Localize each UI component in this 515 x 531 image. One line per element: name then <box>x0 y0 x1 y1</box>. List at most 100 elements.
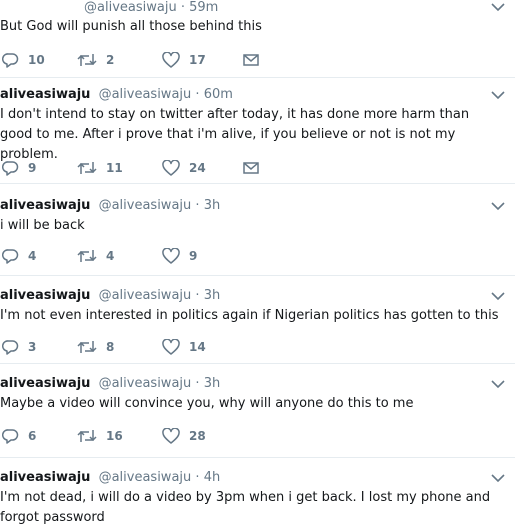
retweet-icon <box>77 250 97 262</box>
tweet-header: aliveasiwaju @aliveasiwaju · 60m <box>0 86 233 104</box>
heart-icon <box>162 428 180 444</box>
tweet-timestamp[interactable]: 60m <box>204 87 233 102</box>
like-count: 17 <box>189 53 206 67</box>
retweet-icon <box>77 54 97 66</box>
tweet: aliveasiwaju @aliveasiwaju · 3h I'm not … <box>0 276 515 364</box>
retweet-count: 11 <box>106 161 123 175</box>
retweet-button[interactable]: 11 <box>77 158 123 178</box>
heart-icon <box>162 52 180 68</box>
reply-count: 9 <box>28 161 37 175</box>
like-count: 24 <box>189 161 206 175</box>
tweet-timestamp[interactable]: 4h <box>204 470 221 485</box>
like-button[interactable]: 28 <box>162 426 206 446</box>
chevron-down-icon[interactable] <box>491 473 505 483</box>
tweet-author-name[interactable]: aliveasiwaju <box>0 470 90 485</box>
tweet-author-name[interactable]: aliveasiwaju <box>0 198 90 213</box>
reply-button[interactable]: 6 <box>2 426 36 446</box>
heart-icon <box>162 248 180 264</box>
retweet-button[interactable]: 16 <box>77 426 123 446</box>
chevron-down-icon[interactable] <box>491 379 505 389</box>
tweet-text: I'm not even interested in politics agai… <box>0 308 499 323</box>
tweet: @aliveasiwaju · 59m But God will punish … <box>0 0 515 78</box>
tweet-separator: · <box>195 87 200 102</box>
like-button[interactable]: 17 <box>162 50 206 70</box>
reply-count: 10 <box>28 53 45 67</box>
retweet-icon <box>77 341 97 353</box>
retweet-button[interactable]: 2 <box>77 50 114 70</box>
reply-button[interactable]: 10 <box>2 50 45 70</box>
like-button[interactable]: 14 <box>162 337 206 357</box>
reply-icon <box>2 53 19 68</box>
tweet-actions: 3 8 14 <box>0 337 300 357</box>
tweet-timestamp[interactable]: 59m <box>189 0 218 15</box>
tweet-handle[interactable]: @aliveasiwaju <box>99 376 192 391</box>
tweet-actions: 4 4 9 <box>0 246 300 266</box>
tweet-separator: · <box>195 288 200 303</box>
reply-icon <box>2 340 19 355</box>
tweet: aliveasiwaju @aliveasiwaju · 60m I don't… <box>0 78 515 184</box>
reply-count: 3 <box>28 340 37 354</box>
retweet-button[interactable]: 4 <box>77 246 114 266</box>
heart-icon <box>162 160 180 176</box>
tweet-actions: 6 16 28 <box>0 426 300 446</box>
chevron-down-icon[interactable] <box>491 2 505 12</box>
reply-icon <box>2 249 19 264</box>
tweet-text: Maybe a video will convince you, why wil… <box>0 396 414 411</box>
tweet-handle[interactable]: @aliveasiwaju <box>84 0 177 15</box>
tweet-author-name[interactable]: aliveasiwaju <box>0 288 90 303</box>
like-count: 9 <box>189 249 198 263</box>
retweet-icon <box>77 162 97 174</box>
tweet-author-name[interactable]: aliveasiwaju <box>0 376 90 391</box>
tweet-handle[interactable]: @aliveasiwaju <box>99 470 192 485</box>
retweet-count: 4 <box>106 249 115 263</box>
reply-icon <box>2 161 19 176</box>
tweet-actions: 9 11 24 <box>0 158 300 178</box>
tweet-header: @aliveasiwaju · 59m <box>0 0 218 17</box>
tweet: aliveasiwaju @aliveasiwaju · 3h i will b… <box>0 184 515 276</box>
tweet-header: aliveasiwaju @aliveasiwaju · 3h <box>0 375 220 393</box>
direct-message-button[interactable] <box>242 158 260 178</box>
retweet-button[interactable]: 8 <box>77 337 114 357</box>
tweet-handle[interactable]: @aliveasiwaju <box>99 87 192 102</box>
reply-button[interactable]: 9 <box>2 158 36 178</box>
retweet-icon <box>77 430 97 442</box>
reply-button[interactable]: 3 <box>2 337 36 357</box>
chevron-down-icon[interactable] <box>491 201 505 211</box>
tweet: aliveasiwaju @aliveasiwaju · 4h I'm not … <box>0 458 515 531</box>
retweet-count: 2 <box>106 53 115 67</box>
reply-count: 6 <box>28 429 37 443</box>
tweet-separator: · <box>195 470 200 485</box>
tweet-text: But God will punish all those behind thi… <box>0 19 262 34</box>
reply-button[interactable]: 4 <box>2 246 36 266</box>
retweet-count: 16 <box>106 429 123 443</box>
tweet-text: i will be back <box>0 218 85 233</box>
chevron-down-icon[interactable] <box>491 90 505 100</box>
tweet-handle[interactable]: @aliveasiwaju <box>99 198 192 213</box>
like-button[interactable]: 9 <box>162 246 197 266</box>
tweet-header: aliveasiwaju @aliveasiwaju · 3h <box>0 287 220 305</box>
tweet-timestamp[interactable]: 3h <box>204 288 221 303</box>
heart-icon <box>162 339 180 355</box>
envelope-icon <box>243 54 259 66</box>
tweet-separator: · <box>195 198 200 213</box>
tweet-separator: · <box>195 376 200 391</box>
tweet-text: I don't intend to stay on twitter after … <box>0 107 474 162</box>
retweet-count: 8 <box>106 340 115 354</box>
like-count: 14 <box>189 340 206 354</box>
like-button[interactable]: 24 <box>162 158 206 178</box>
direct-message-button[interactable] <box>242 50 260 70</box>
tweet: aliveasiwaju @aliveasiwaju · 3h Maybe a … <box>0 364 515 458</box>
tweet-timestamp[interactable]: 3h <box>204 198 221 213</box>
like-count: 28 <box>189 429 206 443</box>
chevron-down-icon[interactable] <box>491 291 505 301</box>
tweet-handle[interactable]: @aliveasiwaju <box>99 288 192 303</box>
tweet-author-name[interactable]: aliveasiwaju <box>0 87 90 102</box>
tweet-timestamp[interactable]: 3h <box>204 376 221 391</box>
tweet-timeline: @aliveasiwaju · 59m But God will punish … <box>0 0 515 531</box>
tweet-header: aliveasiwaju @aliveasiwaju · 3h <box>0 197 220 215</box>
reply-count: 4 <box>28 249 37 263</box>
tweet-text: I'm not dead, i will do a video by 3pm w… <box>0 490 495 525</box>
tweet-header: aliveasiwaju @aliveasiwaju · 4h <box>0 469 220 487</box>
tweet-separator: · <box>180 0 185 15</box>
reply-icon <box>2 429 19 444</box>
